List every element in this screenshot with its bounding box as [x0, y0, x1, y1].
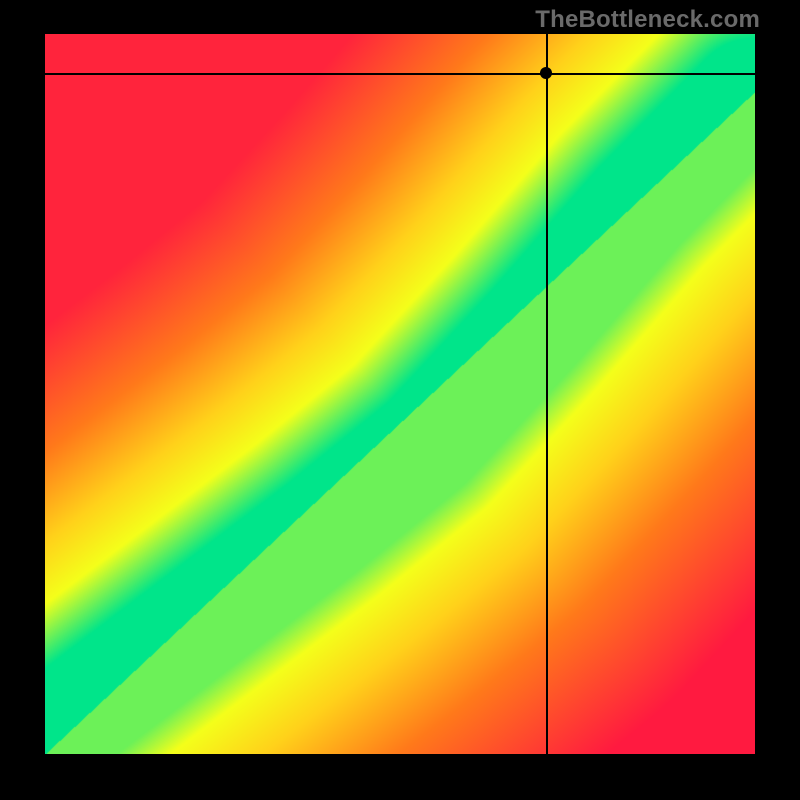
- crosshair-horizontal: [45, 73, 755, 75]
- crosshair-vertical: [546, 34, 548, 754]
- marker-dot: [540, 67, 552, 79]
- watermark-text: TheBottleneck.com: [535, 6, 760, 34]
- plot-area: [45, 34, 755, 754]
- chart-frame: TheBottleneck.com: [0, 0, 800, 800]
- heatmap-canvas: [45, 34, 755, 754]
